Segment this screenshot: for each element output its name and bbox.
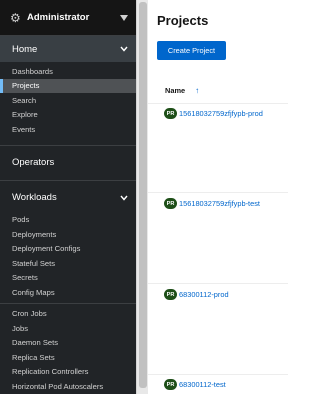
chevron-down-icon (119, 44, 129, 54)
sidebar-item-search[interactable]: Search (0, 93, 136, 108)
sidebar-item-daemon-sets[interactable]: Daemon Sets (0, 336, 136, 351)
sidebar-item-horizontal-pod-autoscalers[interactable]: Horizontal Pod Autoscalers (0, 379, 136, 394)
nav-section-operators[interactable]: Operators (0, 150, 136, 176)
row-divider (148, 283, 288, 284)
sidebar-scrollbar[interactable] (136, 0, 148, 394)
project-badge: PR (164, 289, 177, 300)
divider (0, 302, 136, 304)
row-divider (148, 192, 288, 193)
sidebar-item-cron-jobs[interactable]: Cron Jobs (0, 307, 136, 322)
list-item: PR 68300112-prod (164, 289, 229, 300)
sidebar-item-deployments[interactable]: Deployments (0, 227, 136, 242)
workloads-nav-list: Pods Deployments Deployment Configs Stat… (0, 211, 136, 394)
perspective-switcher[interactable]: ⚙ Administrator (0, 0, 136, 36)
sidebar-item-config-maps[interactable]: Config Maps (0, 285, 136, 300)
sidebar-item-secrets[interactable]: Secrets (0, 271, 136, 286)
project-link[interactable]: 68300112-prod (179, 290, 229, 299)
sidebar: ⚙ Administrator Home Dashboards Projects… (0, 0, 136, 394)
chevron-down-icon (119, 193, 129, 203)
page-title: Projects (157, 13, 209, 28)
sidebar-item-projects[interactable]: Projects (0, 78, 136, 93)
nav-section-operators-label: Operators (12, 157, 55, 168)
row-divider (148, 374, 288, 375)
nav-section-home[interactable]: Home (0, 36, 136, 62)
sort-ascending-icon: ↑ (195, 86, 200, 95)
sidebar-item-events[interactable]: Events (0, 122, 136, 137)
name-column-label: Name (165, 86, 186, 95)
name-column-header[interactable]: Name ↑ (165, 86, 199, 95)
project-link[interactable]: 15618032759zfjfypb-prod (179, 109, 263, 118)
sidebar-item-deployment-configs[interactable]: Deployment Configs (0, 242, 136, 257)
create-project-button[interactable]: Create Project (157, 41, 226, 60)
list-item: PR 15618032759zfjfypb-prod (164, 108, 263, 119)
scrollbar-thumb[interactable] (139, 2, 147, 388)
project-badge: PR (164, 108, 177, 119)
gear-icon: ⚙ (10, 10, 21, 25)
list-item: PR 15618032759zfjfypb-test (164, 198, 260, 209)
project-link[interactable]: 15618032759zfjfypb-test (179, 199, 260, 208)
nav-section-workloads-label: Workloads (12, 192, 57, 203)
divider (0, 144, 136, 146)
sidebar-item-explore[interactable]: Explore (0, 108, 136, 123)
sidebar-item-replica-sets[interactable]: Replica Sets (0, 350, 136, 365)
sidebar-item-pods[interactable]: Pods (0, 213, 136, 228)
main-content: Projects Create Project Name ↑ PR 156180… (148, 0, 288, 394)
home-nav-list: Dashboards Projects Search Explore Event… (0, 62, 136, 141)
divider (0, 179, 136, 181)
sidebar-item-dashboards[interactable]: Dashboards (0, 64, 136, 79)
nav-section-workloads[interactable]: Workloads (0, 185, 136, 211)
nav-section-home-label: Home (12, 43, 38, 55)
header-divider (148, 103, 288, 104)
sidebar-item-replication-controllers[interactable]: Replication Controllers (0, 365, 136, 380)
project-link[interactable]: 68300112-test (179, 380, 226, 389)
project-badge: PR (164, 379, 177, 390)
sidebar-item-stateful-sets[interactable]: Stateful Sets (0, 256, 136, 271)
chevron-down-icon (119, 13, 129, 23)
project-badge: PR (164, 198, 177, 209)
perspective-label: Administrator (27, 12, 90, 23)
sidebar-item-jobs[interactable]: Jobs (0, 321, 136, 336)
list-item: PR 68300112-test (164, 379, 226, 390)
